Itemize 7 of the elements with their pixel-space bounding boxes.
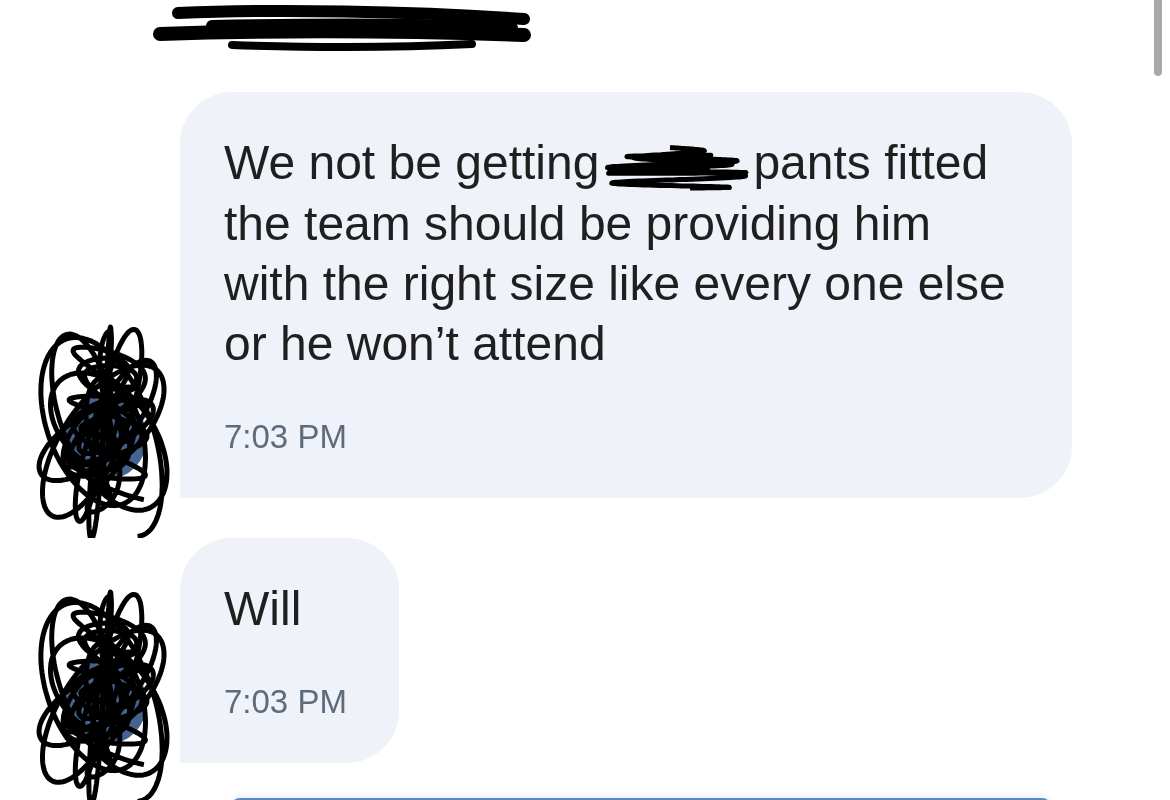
message-text: the team should be providing him with the right size like every one else or he won’t attend — [224, 196, 1007, 373]
message-text: We not be getting — [224, 136, 600, 189]
message-time: 7:03 PM — [224, 417, 348, 458]
message-text: pants fitted — [753, 136, 989, 189]
message-time: 7:03 PM — [224, 682, 347, 723]
message-text: Will — [224, 581, 303, 638]
scrollbar-thumb[interactable] — [1154, 0, 1162, 76]
